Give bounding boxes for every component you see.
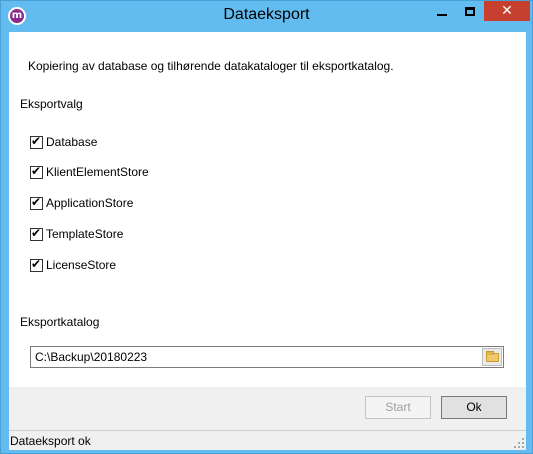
maximize-button[interactable] (456, 1, 484, 21)
export-directory-value[interactable]: C:\Backup\20180223 (35, 350, 147, 364)
checkmark-icon: ✔ (31, 225, 42, 240)
description-text: Kopiering av database og tilhørende data… (28, 59, 394, 73)
checkmark-icon: ✔ (31, 163, 42, 178)
checkbox-box[interactable]: ✔ (30, 194, 43, 210)
dialog-window: m Dataeksport ✕ Kopiering av database og… (0, 0, 533, 454)
checkmark-icon: ✔ (31, 194, 42, 209)
checkbox-box[interactable]: ✔ (30, 163, 43, 179)
checkbox-database[interactable]: ✔ Database (30, 133, 97, 149)
browse-button[interactable] (482, 348, 502, 366)
resize-grip-icon[interactable] (514, 438, 524, 448)
checkbox-applicationstore[interactable]: ✔ ApplicationStore (30, 194, 133, 210)
checkbox-label[interactable]: TemplateStore (46, 227, 123, 241)
maximize-icon (465, 6, 475, 16)
close-button[interactable]: ✕ (484, 1, 530, 21)
checkbox-box[interactable]: ✔ (30, 225, 43, 241)
close-icon: ✕ (501, 3, 513, 19)
checkbox-label[interactable]: ApplicationStore (46, 196, 133, 210)
minimize-icon (437, 14, 447, 16)
checkbox-label[interactable]: Database (46, 135, 97, 149)
dialog-content: Kopiering av database og tilhørende data… (9, 32, 526, 387)
folder-icon (486, 351, 499, 362)
checkbox-klientelementstore[interactable]: ✔ KlientElementStore (30, 163, 149, 179)
export-directory-input[interactable]: C:\Backup\20180223 (30, 346, 504, 368)
checkbox-templatestore[interactable]: ✔ TemplateStore (30, 225, 123, 241)
start-button[interactable]: Start (365, 396, 431, 419)
checkbox-label[interactable]: KlientElementStore (46, 165, 149, 179)
checkbox-licensestore[interactable]: ✔ LicenseStore (30, 256, 116, 272)
checkbox-box[interactable]: ✔ (30, 256, 43, 272)
checkbox-label[interactable]: LicenseStore (46, 258, 116, 272)
status-text: Dataeksport ok (10, 434, 91, 448)
export-directory-label: Eksportkatalog (20, 315, 100, 329)
button-bar: Start Ok (9, 387, 526, 430)
ok-button[interactable]: Ok (441, 396, 507, 419)
minimize-button[interactable] (428, 1, 456, 21)
export-options-label: Eksportvalg (20, 97, 83, 111)
title-bar[interactable]: m Dataeksport ✕ (1, 1, 532, 31)
checkmark-icon: ✔ (31, 133, 42, 148)
status-bar: Dataeksport ok (9, 430, 526, 450)
checkmark-icon: ✔ (31, 256, 42, 271)
checkbox-box[interactable]: ✔ (30, 133, 43, 149)
